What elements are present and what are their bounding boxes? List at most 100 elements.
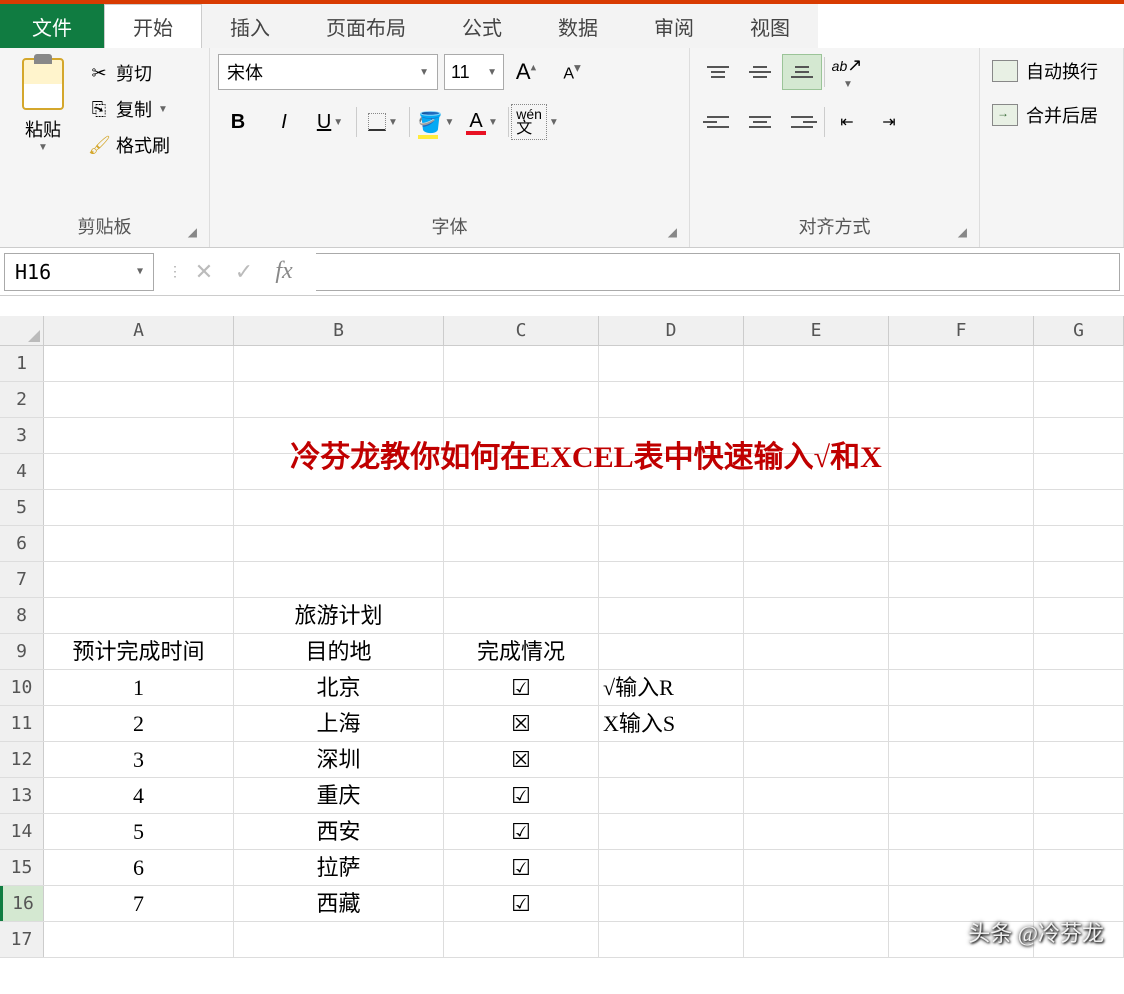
- row-header-16[interactable]: 16: [0, 886, 44, 921]
- format-painter-button[interactable]: 🖌 格式刷: [84, 130, 174, 160]
- column-header-G[interactable]: G: [1034, 316, 1124, 345]
- align-center-button[interactable]: [740, 104, 780, 140]
- border-button[interactable]: ▼: [363, 104, 403, 140]
- font-launcher-icon[interactable]: ◢: [668, 225, 677, 239]
- row-header-5[interactable]: 5: [0, 490, 44, 525]
- cell-G10[interactable]: [1034, 670, 1124, 705]
- cell-C15[interactable]: ☑: [444, 850, 599, 885]
- italic-button[interactable]: I: [264, 104, 304, 140]
- cell-G7[interactable]: [1034, 562, 1124, 597]
- copy-button[interactable]: ⎘ 复制 ▼: [84, 94, 174, 124]
- cell-E17[interactable]: [744, 922, 889, 957]
- cell-B15[interactable]: 拉萨: [234, 850, 444, 885]
- column-header-F[interactable]: F: [889, 316, 1034, 345]
- fill-color-button[interactable]: 🪣▼: [416, 104, 456, 140]
- bold-button[interactable]: B: [218, 104, 258, 140]
- cell-A13[interactable]: 4: [44, 778, 234, 813]
- cell-B17[interactable]: [234, 922, 444, 957]
- row-header-11[interactable]: 11: [0, 706, 44, 741]
- cell-F15[interactable]: [889, 850, 1034, 885]
- cell-F14[interactable]: [889, 814, 1034, 849]
- tab-data[interactable]: 数据: [530, 4, 626, 48]
- orientation-button[interactable]: ab↗▼: [827, 54, 867, 90]
- cell-D16[interactable]: [599, 886, 744, 921]
- cell-B9[interactable]: 目的地: [234, 634, 444, 669]
- cell-A12[interactable]: 3: [44, 742, 234, 777]
- paste-button[interactable]: 粘贴 ▼: [8, 54, 78, 157]
- cell-B11[interactable]: 上海: [234, 706, 444, 741]
- cell-G8[interactable]: [1034, 598, 1124, 633]
- phonetic-button[interactable]: wén文▼: [515, 104, 555, 140]
- decrease-font-button[interactable]: A▾: [556, 54, 596, 90]
- cell-C12[interactable]: ☒: [444, 742, 599, 777]
- tab-view[interactable]: 视图: [722, 4, 818, 48]
- cell-A11[interactable]: 2: [44, 706, 234, 741]
- cell-E16[interactable]: [744, 886, 889, 921]
- row-header-4[interactable]: 4: [0, 454, 44, 489]
- cell-G12[interactable]: [1034, 742, 1124, 777]
- cell-G14[interactable]: [1034, 814, 1124, 849]
- name-box-options-icon[interactable]: ⋮: [168, 263, 182, 280]
- cell-E12[interactable]: [744, 742, 889, 777]
- align-right-button[interactable]: [782, 104, 822, 140]
- cancel-formula-button[interactable]: ✕: [186, 254, 222, 290]
- column-header-C[interactable]: C: [444, 316, 599, 345]
- cell-C10[interactable]: ☑: [444, 670, 599, 705]
- cell-C8[interactable]: [444, 598, 599, 633]
- tab-formulas[interactable]: 公式: [434, 4, 530, 48]
- cell-D12[interactable]: [599, 742, 744, 777]
- column-header-E[interactable]: E: [744, 316, 889, 345]
- row-header-3[interactable]: 3: [0, 418, 44, 453]
- cell-C11[interactable]: ☒: [444, 706, 599, 741]
- align-bottom-button[interactable]: [782, 54, 822, 90]
- cell-B10[interactable]: 北京: [234, 670, 444, 705]
- cell-E9[interactable]: [744, 634, 889, 669]
- cell-F9[interactable]: [889, 634, 1034, 669]
- font-color-button[interactable]: A▼: [462, 104, 502, 140]
- cell-D10[interactable]: √输入R: [599, 670, 744, 705]
- align-middle-button[interactable]: [740, 54, 780, 90]
- cell-D7[interactable]: [599, 562, 744, 597]
- cell-A17[interactable]: [44, 922, 234, 957]
- cell-G13[interactable]: [1034, 778, 1124, 813]
- cell-G9[interactable]: [1034, 634, 1124, 669]
- cell-D14[interactable]: [599, 814, 744, 849]
- cell-F8[interactable]: [889, 598, 1034, 633]
- cell-B13[interactable]: 重庆: [234, 778, 444, 813]
- column-header-A[interactable]: A: [44, 316, 234, 345]
- cell-D17[interactable]: [599, 922, 744, 957]
- cell-F7[interactable]: [889, 562, 1034, 597]
- select-all-button[interactable]: [0, 316, 44, 345]
- wrap-text-button[interactable]: 自动换行: [988, 54, 1102, 88]
- clipboard-launcher-icon[interactable]: ◢: [188, 225, 197, 239]
- align-left-button[interactable]: [698, 104, 738, 140]
- column-header-D[interactable]: D: [599, 316, 744, 345]
- align-top-button[interactable]: [698, 54, 738, 90]
- cell-B8[interactable]: 旅游计划: [234, 598, 444, 633]
- row-header-10[interactable]: 10: [0, 670, 44, 705]
- underline-button[interactable]: U▼: [310, 104, 350, 140]
- cell-E14[interactable]: [744, 814, 889, 849]
- row-header-1[interactable]: 1: [0, 346, 44, 381]
- column-header-B[interactable]: B: [234, 316, 444, 345]
- cell-E8[interactable]: [744, 598, 889, 633]
- alignment-launcher-icon[interactable]: ◢: [958, 225, 967, 239]
- row-header-7[interactable]: 7: [0, 562, 44, 597]
- font-name-select[interactable]: 宋体▼: [218, 54, 438, 90]
- cell-C9[interactable]: 完成情况: [444, 634, 599, 669]
- insert-function-button[interactable]: fx: [266, 254, 302, 290]
- enter-formula-button[interactable]: ✓: [226, 254, 262, 290]
- row-header-8[interactable]: 8: [0, 598, 44, 633]
- cell-F10[interactable]: [889, 670, 1034, 705]
- cell-A8[interactable]: [44, 598, 234, 633]
- increase-indent-button[interactable]: ⇥: [869, 104, 909, 140]
- cell-F13[interactable]: [889, 778, 1034, 813]
- tab-file[interactable]: 文件: [0, 4, 104, 48]
- row-header-9[interactable]: 9: [0, 634, 44, 669]
- cell-A15[interactable]: 6: [44, 850, 234, 885]
- cell-D8[interactable]: [599, 598, 744, 633]
- cell-B7[interactable]: [234, 562, 444, 597]
- cell-E13[interactable]: [744, 778, 889, 813]
- row-header-12[interactable]: 12: [0, 742, 44, 777]
- cell-D9[interactable]: [599, 634, 744, 669]
